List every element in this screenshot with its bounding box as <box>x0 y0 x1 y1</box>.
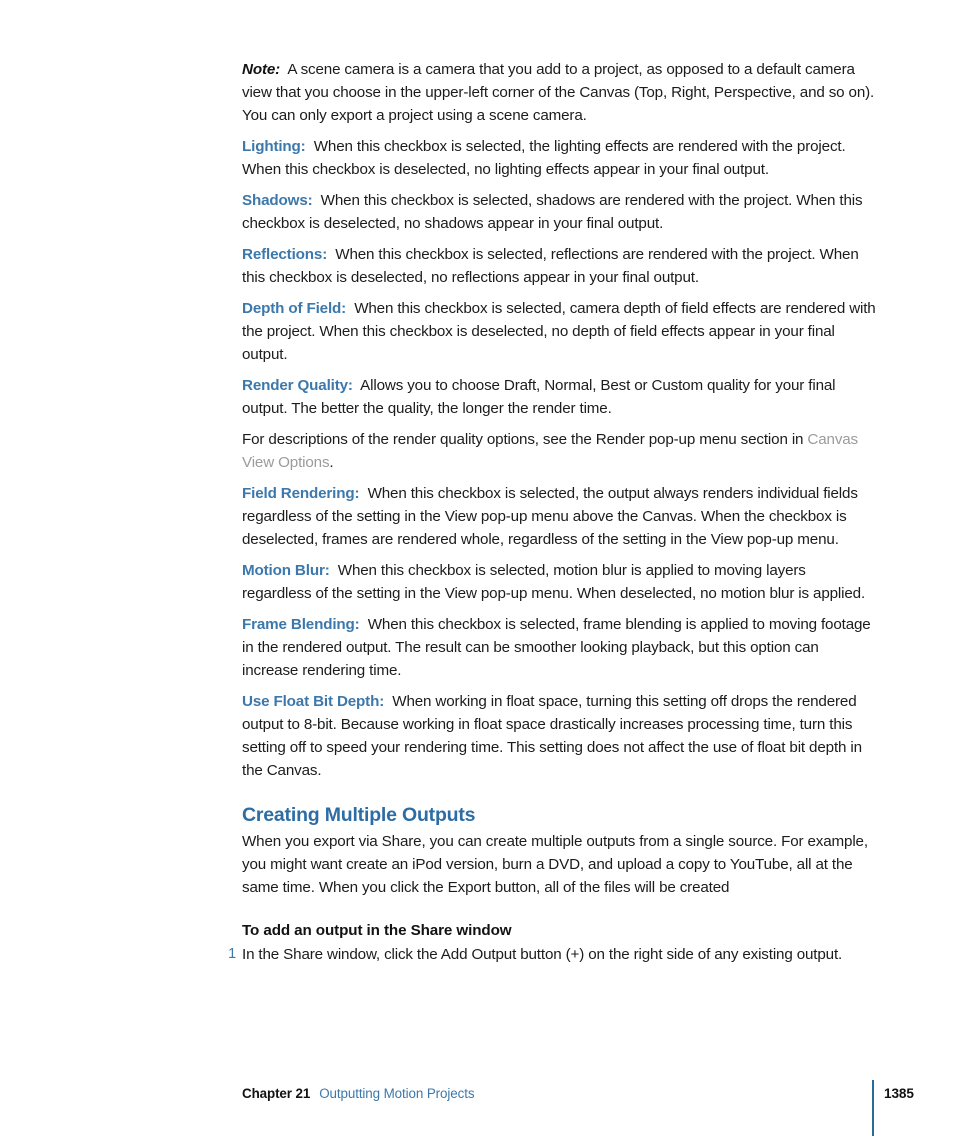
cross-reference-text: For descriptions of the render quality o… <box>242 431 808 448</box>
step-number: 1 <box>228 946 236 962</box>
paragraph-body: When this checkbox is selected, shadows … <box>242 192 863 232</box>
cross-reference-period: . <box>329 454 334 471</box>
footer-chapter-title: Outputting Motion Projects <box>319 1086 475 1101</box>
paragraph-depth-of-field: Depth of Field: When this checkbox is se… <box>242 297 876 366</box>
paragraph-motion-blur: Motion Blur: When this checkbox is selec… <box>242 559 876 605</box>
paragraph-lead-field-rendering: Field Rendering: <box>242 485 360 502</box>
paragraph-body: When this checkbox is selected, motion b… <box>242 562 866 602</box>
paragraph-cross-reference: For descriptions of the render quality o… <box>242 428 876 474</box>
paragraph-body: When this checkbox is selected, reflecti… <box>242 246 859 286</box>
footer-chapter-label: Chapter 21 <box>242 1086 311 1101</box>
section-heading-creating-multiple-outputs: Creating Multiple Outputs <box>242 804 476 826</box>
document-page: Note: A scene camera is a camera that yo… <box>0 0 954 1145</box>
paragraph-lead-depth-of-field: Depth of Field: <box>242 300 347 317</box>
step-text: In the Share window, click the Add Outpu… <box>242 946 843 963</box>
paragraph-reflections: Reflections: When this checkbox is selec… <box>242 243 876 289</box>
paragraph-field-rendering: Field Rendering: When this checkbox is s… <box>242 482 876 551</box>
page-number: 1385 <box>884 1086 914 1101</box>
page-footer: Chapter 21 Outputting Motion Projects <box>242 1085 942 1103</box>
paragraph-lead-shadows: Shadows: <box>242 192 313 209</box>
paragraph-body: When this checkbox is selected, the ligh… <box>242 138 846 178</box>
paragraph-shadows: Shadows: When this checkbox is selected,… <box>242 189 876 235</box>
paragraph-lead-frame-blending: Frame Blending: <box>242 616 360 633</box>
paragraph-lead-motion-blur: Motion Blur: <box>242 562 330 579</box>
paragraph-note: Note: A scene camera is a camera that yo… <box>242 58 876 127</box>
paragraph-lead-use-float-bit-depth: Use Float Bit Depth: <box>242 693 385 710</box>
footer-divider-rule <box>872 1080 874 1136</box>
paragraph-frame-blending: Frame Blending: When this checkbox is se… <box>242 613 876 682</box>
paragraph-body: A scene camera is a camera that you add … <box>242 61 875 124</box>
paragraph-lead-lighting: Lighting: <box>242 138 306 155</box>
paragraph-lead-render-quality: Render Quality: <box>242 377 353 394</box>
page-content: Note: A scene camera is a camera that yo… <box>228 58 876 966</box>
paragraph-lighting: Lighting: When this checkbox is selected… <box>242 135 876 181</box>
paragraph-use-float-bit-depth: Use Float Bit Depth: When working in flo… <box>242 690 876 782</box>
list-item: 1 In the Share window, click the Add Out… <box>228 943 876 966</box>
task-step-list: 1 In the Share window, click the Add Out… <box>228 943 876 966</box>
paragraph-section-intro: When you export via Share, you can creat… <box>242 833 868 896</box>
paragraph-render-quality: Render Quality: Allows you to choose Dra… <box>242 374 876 420</box>
paragraph-lead-reflections: Reflections: <box>242 246 328 263</box>
paragraph-lead-note: Note: <box>242 61 281 78</box>
task-heading-add-output: To add an output in the Share window <box>242 922 512 939</box>
